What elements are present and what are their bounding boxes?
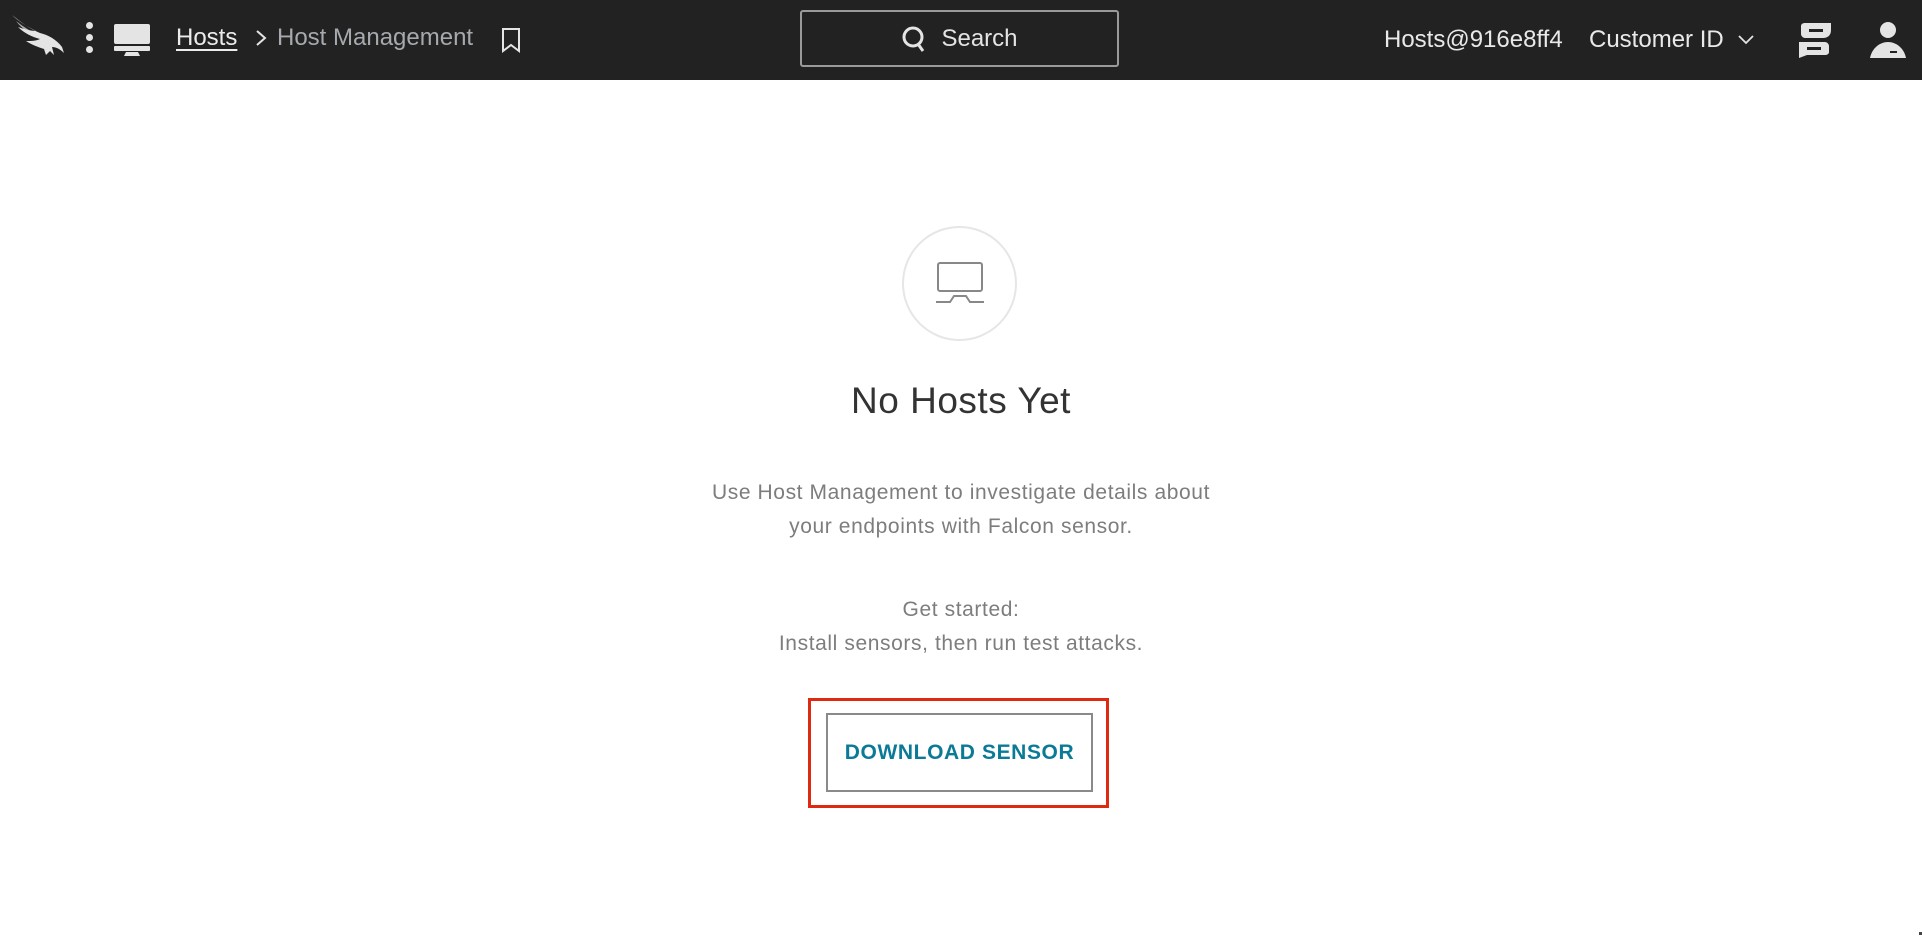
customer-id-label: Customer ID bbox=[1589, 26, 1724, 53]
customer-id-dropdown[interactable]: Customer ID bbox=[1589, 26, 1754, 54]
account-label: Hosts@916e8ff4 bbox=[1384, 26, 1563, 53]
user-profile-icon[interactable] bbox=[1868, 20, 1908, 60]
desktop-monitor-icon bbox=[935, 261, 984, 303]
news-feed-icon[interactable] bbox=[1797, 22, 1833, 59]
chevron-down-icon bbox=[1738, 35, 1754, 45]
empty-state-description: Use Host Management to investigate detai… bbox=[0, 476, 1922, 544]
bookmark-icon[interactable] bbox=[500, 27, 522, 53]
global-search-button[interactable]: Search bbox=[800, 10, 1119, 67]
empty-state-illustration bbox=[902, 226, 1017, 341]
chevron-right-icon bbox=[256, 30, 267, 46]
search-icon bbox=[902, 26, 925, 52]
get-started-heading: Get started: bbox=[902, 598, 1020, 621]
desktop-icon[interactable] bbox=[113, 23, 151, 57]
get-started-instructions: Install sensors, then run test attacks. bbox=[778, 632, 1144, 655]
download-sensor-button[interactable]: DOWNLOAD SENSOR bbox=[826, 713, 1093, 792]
get-started-text: Get started: Install sensors, then run t… bbox=[0, 593, 1922, 661]
breadcrumb-hosts-link[interactable]: Hosts bbox=[176, 24, 237, 52]
falcon-logo-icon[interactable] bbox=[10, 13, 66, 59]
app-menu-icon[interactable] bbox=[82, 22, 96, 58]
description-line: your endpoints with Falcon sensor. bbox=[789, 515, 1133, 538]
description-line: Use Host Management to investigate detai… bbox=[711, 481, 1211, 504]
search-label: Search bbox=[941, 24, 1018, 52]
breadcrumb-current-page: Host Management bbox=[277, 24, 474, 51]
top-navigation-bar: Hosts Host Management Search Hosts@916e8… bbox=[0, 0, 1922, 80]
empty-state-title: No Hosts Yet bbox=[851, 380, 1071, 421]
